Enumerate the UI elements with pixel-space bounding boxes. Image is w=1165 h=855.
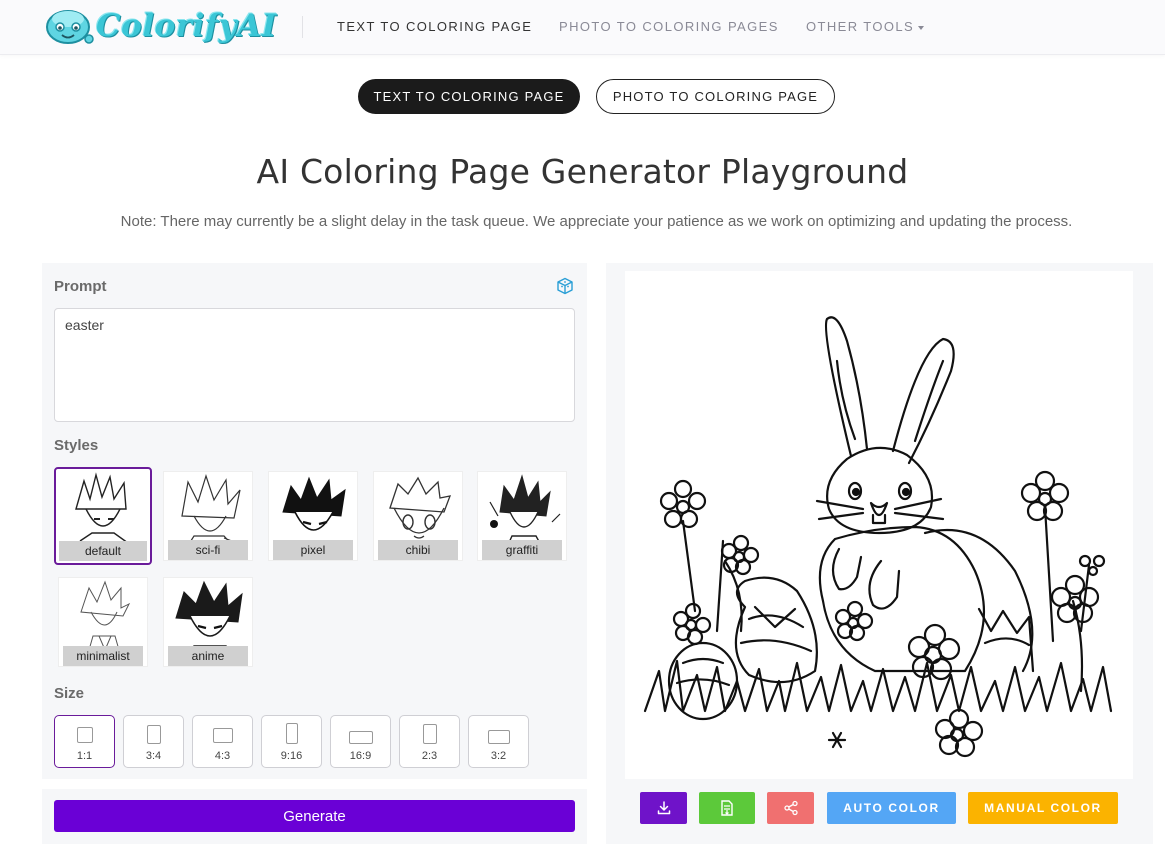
download-pdf-button[interactable] bbox=[699, 792, 755, 824]
style-option-chibi[interactable]: chibi bbox=[373, 471, 463, 561]
top-navbar: ColorifyAI TEXT TO COLORING PAGE PHOTO T… bbox=[0, 0, 1165, 55]
generate-button[interactable]: Generate bbox=[54, 800, 575, 832]
style-label-minimalist: minimalist bbox=[63, 646, 143, 666]
manual-color-button[interactable]: MANUAL COLOR bbox=[968, 792, 1118, 824]
download-button[interactable] bbox=[640, 792, 687, 824]
result-panel: AUTO COLOR MANUAL COLOR bbox=[606, 263, 1153, 844]
style-option-sci-fi[interactable]: sci-fi bbox=[163, 471, 253, 561]
size-option-3-4[interactable]: 3:4 bbox=[123, 715, 184, 768]
size-option-4-3[interactable]: 4:3 bbox=[192, 715, 253, 768]
page-title: AI Coloring Page Generator Playground bbox=[256, 152, 909, 191]
style-label-graffiti: graffiti bbox=[482, 540, 562, 560]
size-option-1-1[interactable]: 1:1 bbox=[54, 715, 115, 768]
styles-label: Styles bbox=[54, 437, 99, 454]
logo-mascot-icon bbox=[46, 10, 94, 44]
prompt-label: Prompt bbox=[54, 278, 107, 295]
size-label-3-2: 3:2 bbox=[490, 750, 507, 762]
nav-photo-to-coloring-pages[interactable]: PHOTO TO COLORING PAGES bbox=[559, 19, 779, 34]
nav-divider bbox=[302, 16, 303, 38]
style-label-pixel: pixel bbox=[273, 540, 353, 560]
nav-other-tools-label: OTHER TOOLS bbox=[806, 19, 915, 34]
style-label-sci-fi: sci-fi bbox=[168, 540, 248, 560]
share-icon bbox=[783, 800, 798, 816]
size-shape-1-1 bbox=[77, 727, 93, 743]
queue-delay-note: Note: There may currently be a slight de… bbox=[120, 213, 1073, 230]
random-prompt-cube-icon[interactable] bbox=[556, 277, 574, 295]
logo-wordmark: ColorifyAI bbox=[96, 8, 277, 44]
file-pdf-icon bbox=[721, 800, 733, 816]
size-shape-9-16 bbox=[286, 723, 298, 744]
size-label-1-1: 1:1 bbox=[76, 750, 93, 762]
colorifyai-logo[interactable]: ColorifyAI bbox=[44, 5, 276, 49]
nav-text-to-coloring-page[interactable]: TEXT TO COLORING PAGE bbox=[337, 19, 532, 34]
share-button[interactable] bbox=[767, 792, 814, 824]
style-option-graffiti[interactable]: graffiti bbox=[477, 471, 567, 561]
style-option-anime[interactable]: anime bbox=[163, 577, 253, 667]
size-shape-2-3 bbox=[423, 724, 437, 744]
auto-color-button[interactable]: AUTO COLOR bbox=[827, 792, 956, 824]
style-option-minimalist[interactable]: minimalist bbox=[58, 577, 148, 667]
coloring-page-result bbox=[625, 271, 1133, 779]
size-label-16-9: 16:9 bbox=[349, 750, 372, 762]
download-icon bbox=[657, 801, 670, 815]
style-option-default[interactable]: default bbox=[54, 467, 152, 565]
size-label: Size bbox=[54, 685, 85, 702]
size-label-2-3: 2:3 bbox=[421, 750, 438, 762]
style-option-pixel[interactable]: pixel bbox=[268, 471, 358, 561]
easter-bunny-coloring-image bbox=[643, 316, 1113, 758]
nav-other-tools-dropdown[interactable]: OTHER TOOLS bbox=[806, 19, 925, 34]
size-label-4-3: 4:3 bbox=[214, 750, 231, 762]
size-shape-3-2 bbox=[488, 730, 510, 744]
text-to-coloring-page-button[interactable]: TEXT TO COLORING PAGE bbox=[358, 79, 580, 114]
size-shape-4-3 bbox=[213, 728, 233, 743]
style-label-chibi: chibi bbox=[378, 540, 458, 560]
size-option-2-3[interactable]: 2:3 bbox=[399, 715, 460, 768]
generate-bar: Generate bbox=[42, 789, 587, 844]
style-label-default: default bbox=[59, 541, 147, 561]
caret-down-icon bbox=[918, 25, 925, 30]
size-shape-3-4 bbox=[147, 725, 161, 744]
size-label-3-4: 3:4 bbox=[145, 750, 162, 762]
size-option-9-16[interactable]: 9:16 bbox=[261, 715, 322, 768]
size-option-3-2[interactable]: 3:2 bbox=[468, 715, 529, 768]
size-label-9-16: 9:16 bbox=[280, 750, 303, 762]
prompt-textarea[interactable]: easter bbox=[54, 308, 575, 422]
style-label-anime: anime bbox=[168, 646, 248, 666]
photo-to-coloring-page-button[interactable]: PHOTO TO COLORING PAGE bbox=[596, 79, 835, 114]
size-option-16-9[interactable]: 16:9 bbox=[330, 715, 391, 768]
settings-panel: Prompt easter Styles default sci-fi pixe… bbox=[42, 263, 587, 779]
size-shape-16-9 bbox=[349, 731, 373, 744]
